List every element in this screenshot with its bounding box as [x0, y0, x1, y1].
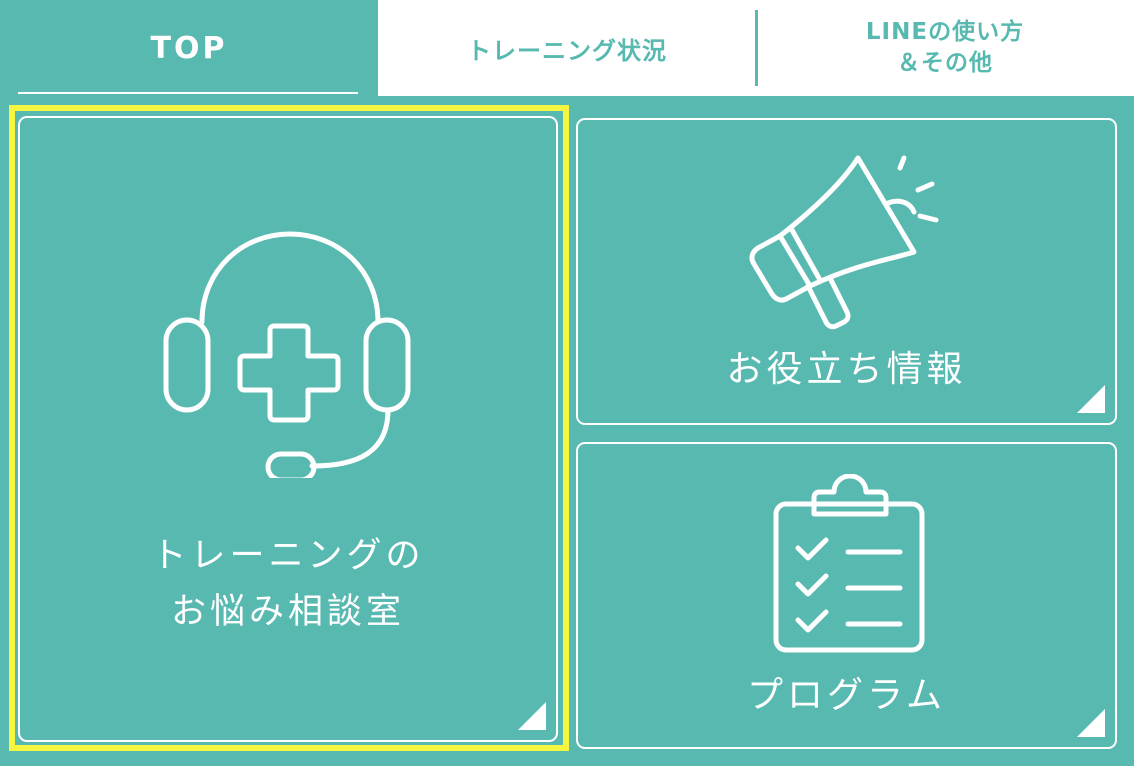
tab-line-usage-label-line2: ＆その他: [897, 50, 993, 76]
corner-triangle-icon: [518, 702, 546, 730]
consultation-room-label-line1: トレーニングの: [151, 536, 425, 576]
program-label: プログラム: [747, 675, 946, 716]
tab-top[interactable]: TOP: [0, 0, 378, 96]
tab-active-underline: [18, 92, 358, 94]
rich-menu: TOP トレーニング状況 LINEの使い方 ＆その他 トレーニングの お悩み相談…: [0, 0, 1134, 766]
clipboard-checklist-icon: [773, 474, 925, 653]
tab-divider: [755, 10, 758, 86]
program-card[interactable]: プログラム: [576, 442, 1117, 749]
useful-info-label: お役立ち情報: [726, 349, 967, 390]
corner-triangle-icon: [1077, 709, 1105, 737]
tab-line-usage-label-line1: LINEの使い方: [865, 19, 1025, 45]
tab-training-status-label: トレーニング状況: [467, 36, 667, 65]
tab-bar: TOP トレーニング状況 LINEの使い方 ＆その他: [0, 0, 1134, 96]
megaphone-icon: [749, 155, 939, 330]
consultation-room-card[interactable]: トレーニングの お悩み相談室: [18, 116, 558, 742]
headset-plus-icon: [163, 231, 411, 478]
tab-top-label: TOP: [150, 30, 228, 66]
tab-training-status[interactable]: トレーニング状況: [378, 0, 756, 96]
consultation-room-label-line2: お悩み相談室: [170, 592, 405, 632]
tab-line-usage[interactable]: LINEの使い方 ＆その他: [756, 0, 1134, 96]
consultation-room-label: トレーニングの お悩み相談室: [20, 528, 556, 640]
corner-triangle-icon: [1077, 385, 1105, 413]
useful-info-card[interactable]: お役立ち情報: [576, 118, 1117, 425]
